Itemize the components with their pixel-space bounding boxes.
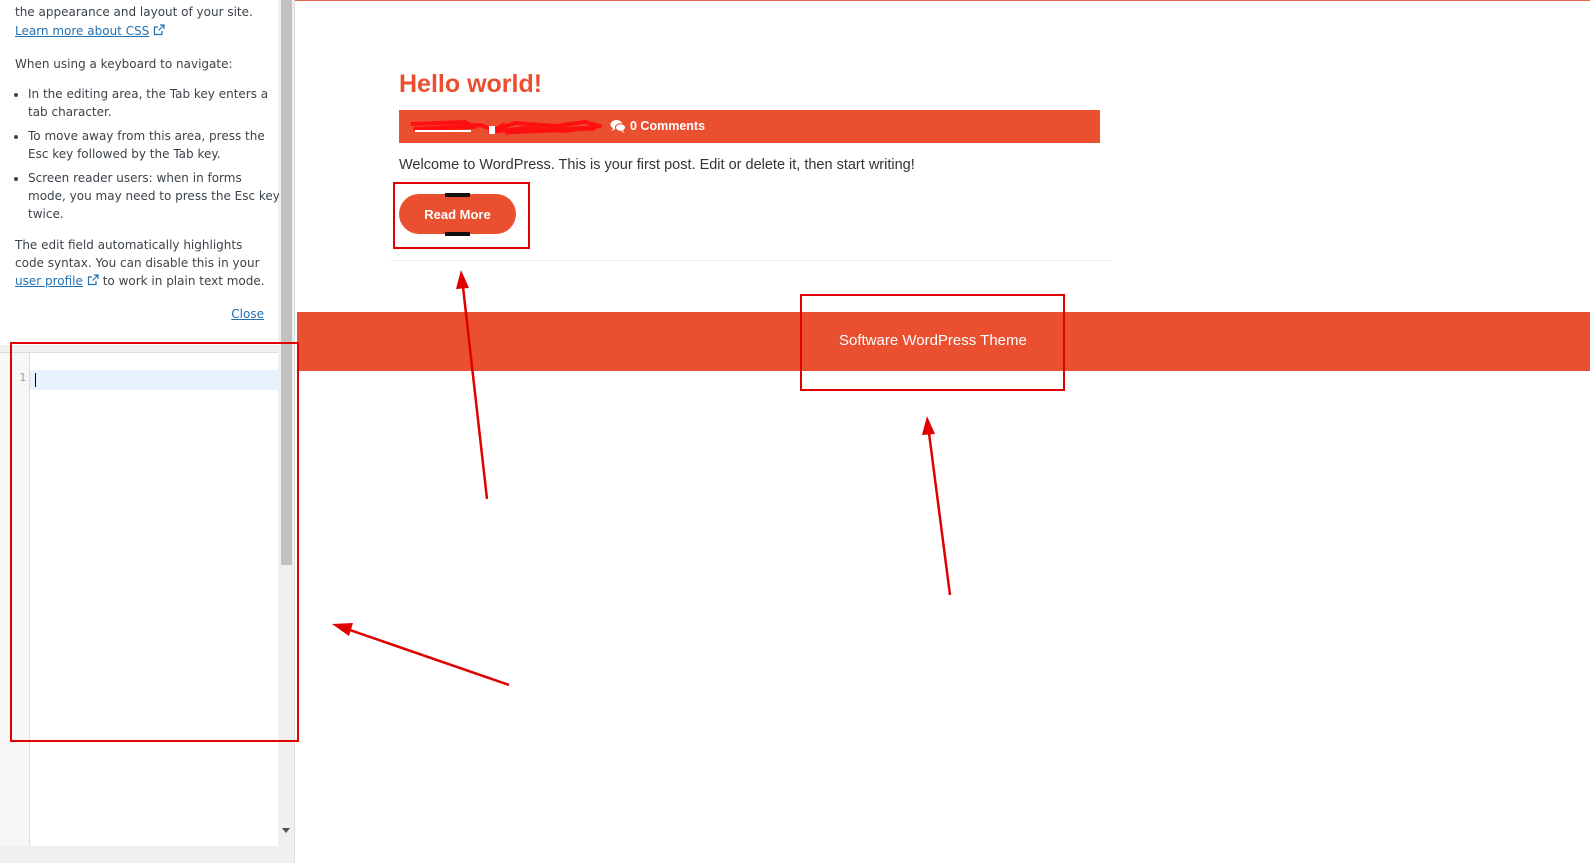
- keyboard-tips-list: In the editing area, the Tab key enters …: [15, 85, 283, 229]
- external-link-icon: [154, 24, 165, 36]
- css-help-panel: the appearance and layout of your site. …: [0, 0, 280, 345]
- annotation-box-editor: [10, 342, 299, 742]
- help-intro-text: the appearance and layout of your site.: [15, 5, 253, 19]
- comments-icon: [610, 120, 626, 133]
- syntax-text-before: The edit field automatically highlights …: [15, 238, 260, 270]
- syntax-text-after: to work in plain text mode.: [98, 274, 265, 288]
- post-meta-bar: 0 Comments: [399, 110, 1100, 143]
- keyboard-intro-text: When using a keyboard to navigate:: [15, 57, 233, 71]
- comments-link[interactable]: 0 Comments: [630, 119, 705, 133]
- post-excerpt: Welcome to WordPress. This is your first…: [399, 157, 915, 173]
- learn-more-css-link[interactable]: Learn more about CSS: [15, 24, 149, 38]
- annotation-box-read-more: [393, 182, 530, 249]
- annotation-arrow-read-more: [456, 270, 489, 500]
- syntax-highlight-note: The edit field automatically highlights …: [15, 236, 270, 290]
- list-item: Screen reader users: when in forms mode,…: [28, 169, 283, 223]
- scroll-down-arrow-icon[interactable]: [282, 828, 290, 833]
- close-help-link[interactable]: Close: [231, 307, 264, 321]
- list-item: In the editing area, the Tab key enters …: [28, 85, 283, 121]
- annotation-arrow-editor: [332, 623, 510, 687]
- annotation-box-footer: [800, 294, 1065, 391]
- post-title[interactable]: Hello world!: [399, 70, 542, 99]
- list-item: To move away from this area, press the E…: [28, 127, 283, 163]
- annotation-arrow-footer: [922, 416, 952, 596]
- redacted-meta-scribble: [410, 120, 602, 135]
- preview-top-border: [295, 0, 1590, 1]
- user-profile-link[interactable]: user profile: [15, 274, 83, 288]
- post-divider: [390, 260, 1110, 261]
- external-link-icon: [87, 274, 99, 286]
- learn-more-paragraph: Learn more about CSS: [15, 22, 165, 40]
